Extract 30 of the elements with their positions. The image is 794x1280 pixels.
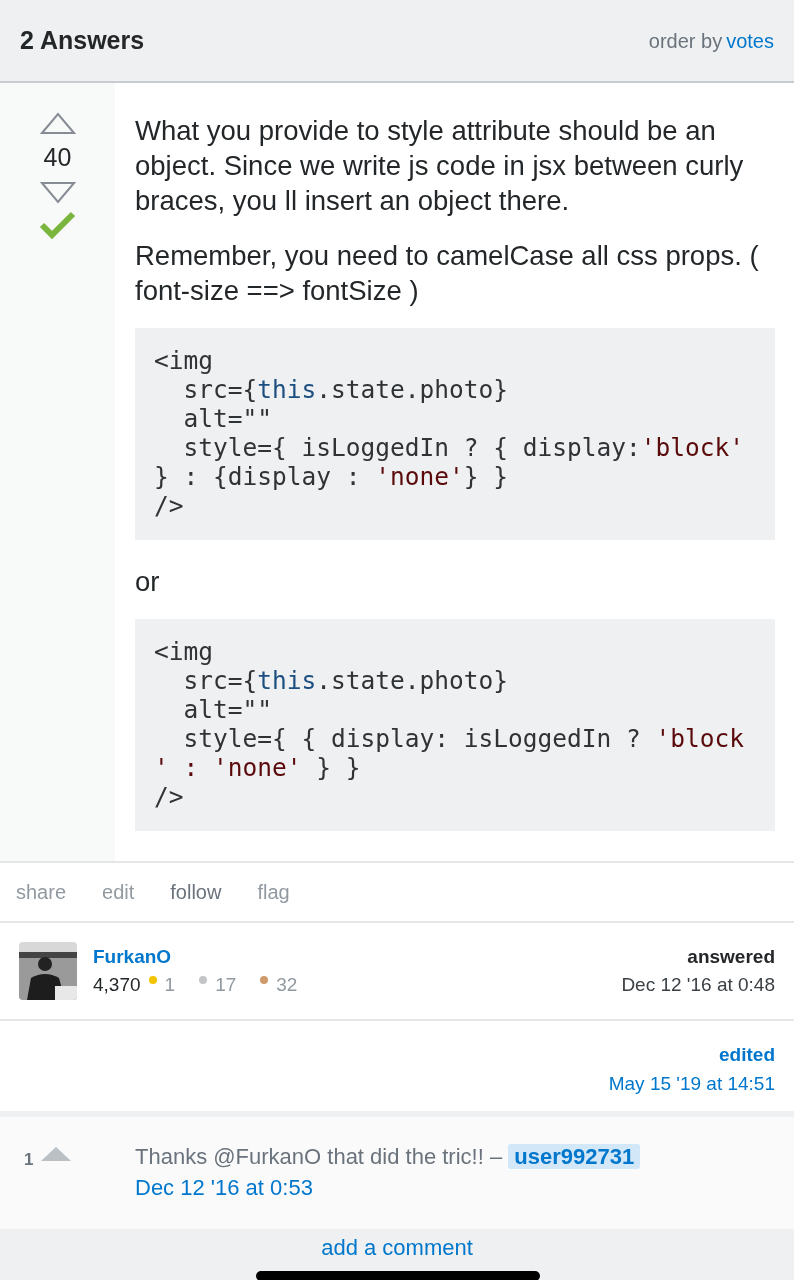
add-comment-link[interactable]: add a comment [321, 1235, 473, 1261]
downvote-icon[interactable] [39, 180, 76, 205]
badge-count: 32 [276, 973, 298, 997]
user-link[interactable]: user992731 [508, 1144, 641, 1169]
code-block: <img src={this.state.photo} alt="" style={ isLoggedIn ? { display:'block' } : {display : 'none'} } /> [135, 328, 775, 540]
menu-link[interactable]: follow [170, 877, 222, 907]
user-link[interactable]: FurkanO [93, 942, 322, 971]
order-label: order by [648, 28, 723, 54]
paragraph: What you provide to style attribute should be an object. Since we write js code in jsx between curly braces, you ll insert an object there. [135, 114, 745, 218]
comment-text: Thanks @FurkanO that did the tric!! – user992731 Dec 12 '16 at 0:53 [135, 1141, 775, 1203]
vote-count: 40 [43, 142, 72, 173]
menu-link[interactable]: edit [102, 877, 135, 907]
upvote-icon[interactable] [39, 111, 76, 135]
action-label: answered [687, 944, 775, 969]
badge-count: 1 [164, 973, 176, 997]
edit-history-link[interactable]: edited [719, 1041, 775, 1070]
upvote-icon[interactable] [41, 1147, 72, 1161]
menu-link[interactable]: flag [257, 877, 290, 907]
code-block: <img src={this.state.photo} alt="" style={ { display: isLoggedIn ? 'block ' : 'none' } } /> [135, 619, 775, 831]
timestamp: Dec 12 '16 at 0:48 [621, 973, 775, 997]
edit-time-link[interactable]: May 15 '19 at 14:51 [608, 1069, 775, 1098]
badge-count: 17 [215, 973, 237, 997]
comment-time-link[interactable]: Dec 12 '16 at 0:53 [135, 1175, 313, 1200]
sort-link[interactable]: votes [726, 25, 774, 56]
reputation: 4,370 [93, 973, 141, 997]
answers-count: 2 Answers [20, 24, 145, 56]
paragraph: Remember, you need to camelCase all css props. ( font-size ==> fontSize ) [135, 239, 760, 308]
comment-score: 1 [24, 1149, 34, 1171]
menu-link[interactable]: share [16, 877, 67, 907]
paragraph: or [135, 565, 161, 599]
